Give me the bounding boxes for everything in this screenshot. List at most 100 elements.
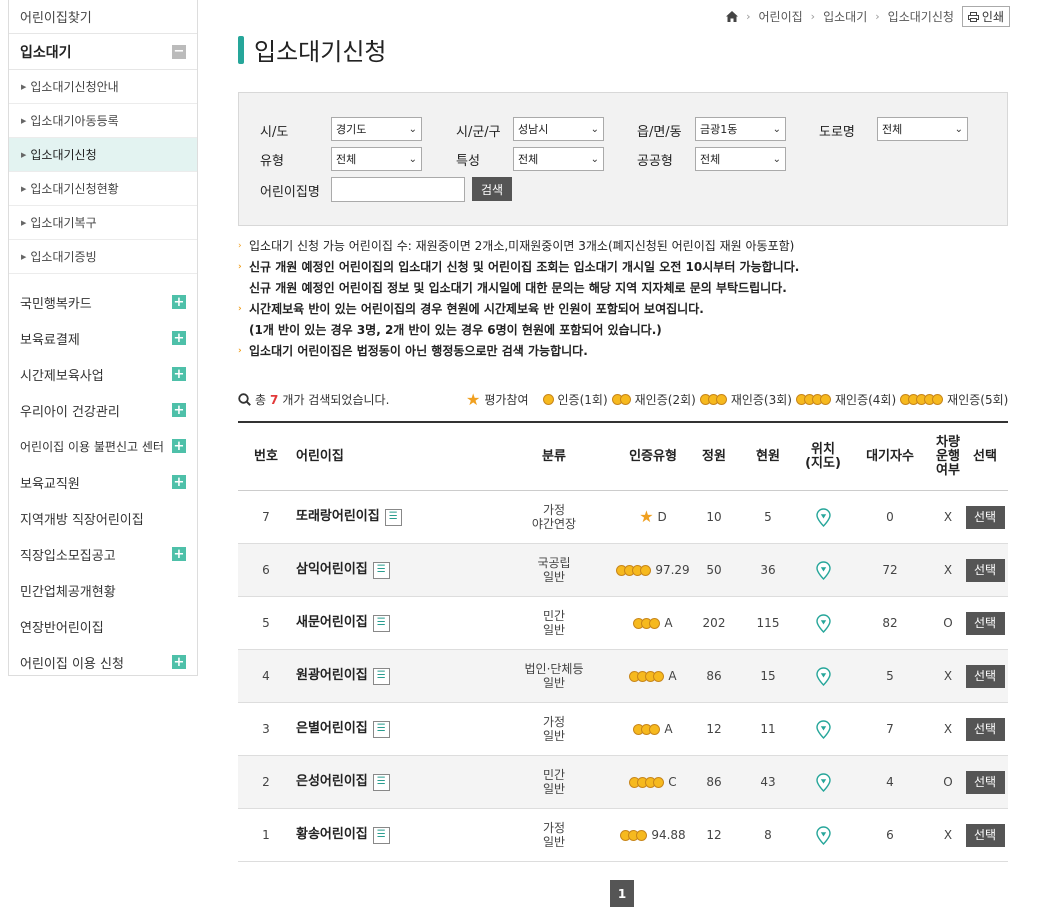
map-pin-icon[interactable] xyxy=(815,613,831,633)
feature-select[interactable]: 전체 ⌄ xyxy=(513,147,604,171)
sidebar-subitem[interactable]: ▶ 입소대기복구 xyxy=(9,206,197,240)
cert-grade: A xyxy=(668,669,677,683)
header-select: 선택 xyxy=(973,448,997,464)
search-button[interactable]: 검색 xyxy=(472,177,512,201)
map-pin-icon[interactable] xyxy=(815,507,831,527)
detail-doc-icon[interactable]: ☰ xyxy=(372,614,390,632)
sidebar-item[interactable]: 보육료결제 + xyxy=(9,320,197,356)
daycare-name-link[interactable]: 원광어린이집 xyxy=(296,669,368,683)
sidebar-subitem[interactable]: ▶ 입소대기신청안내 xyxy=(9,70,197,104)
detail-doc-icon[interactable]: ☰ xyxy=(372,667,390,685)
select-button[interactable]: 선택 xyxy=(965,664,1005,688)
cell-waiting: 6 xyxy=(886,828,894,842)
expand-plus-icon[interactable]: + xyxy=(172,475,186,489)
sidebar-item-label: 보육료결제 xyxy=(20,332,80,348)
daycare-name-link[interactable]: 또래랑어린이집 xyxy=(296,510,380,524)
detail-doc-icon[interactable]: ☰ xyxy=(372,720,390,738)
notice-text: (1개 반이 있는 경우 3명, 2개 반이 있는 경우 6명이 현원에 포함되… xyxy=(249,323,662,337)
map-pin-icon[interactable] xyxy=(815,666,831,686)
daycare-name-link[interactable]: 은성어린이집 xyxy=(296,775,368,789)
cell-bus: X xyxy=(943,563,953,577)
breadcrumb-item[interactable]: 입소대기 xyxy=(823,8,867,25)
sidebar-subitem[interactable]: ▶ 입소대기신청현황 xyxy=(9,172,197,206)
type-select[interactable]: 전체 ⌄ xyxy=(331,147,422,171)
count-number: 7 xyxy=(270,392,279,407)
map-pin-icon[interactable] xyxy=(815,560,831,580)
sidebar-item[interactable]: 시간제보육사업 + xyxy=(9,356,197,392)
select-button[interactable]: 선택 xyxy=(965,505,1005,529)
public-label: 공공형 xyxy=(637,154,673,169)
cell-select: 선택 xyxy=(962,703,1008,755)
select-button[interactable]: 선택 xyxy=(965,558,1005,582)
breadcrumb-item[interactable]: 어린이집 xyxy=(759,8,803,25)
expand-plus-icon[interactable]: + xyxy=(172,403,186,417)
expand-plus-icon[interactable]: + xyxy=(172,439,186,453)
expand-plus-icon[interactable]: + xyxy=(172,295,186,309)
medal-4-icon xyxy=(795,394,831,405)
daycare-name-link[interactable]: 새문어린이집 xyxy=(296,616,368,630)
table-row: 3 은별어린이집 ☰ 가정 일반 A 12 11 7 X 선택 xyxy=(238,703,1008,756)
chevron-down-icon: ⌄ xyxy=(772,153,781,165)
sidebar-item[interactable]: 연장반어린이집 xyxy=(9,608,197,644)
daycare-name-link[interactable]: 은별어린이집 xyxy=(296,722,368,736)
select-button[interactable]: 선택 xyxy=(965,770,1005,794)
cell-current: 8 xyxy=(764,828,772,842)
print-button[interactable]: 인쇄 xyxy=(961,6,1010,27)
sidebar-item[interactable]: 국민행복카드 + xyxy=(9,284,197,320)
count-suffix: 개가 검색되었습니다. xyxy=(282,393,390,407)
cell-capacity: 86 xyxy=(706,669,722,683)
result-count: 총 7 개가 검색되었습니다. xyxy=(238,391,389,408)
home-icon[interactable] xyxy=(726,11,739,22)
sidebar-item[interactable]: 직장입소모집공고 + xyxy=(9,536,197,572)
sidebar-item-daycare-search[interactable]: 어린이집찾기 xyxy=(9,0,197,34)
expand-plus-icon[interactable]: + xyxy=(172,655,186,669)
expand-plus-icon[interactable]: + xyxy=(172,367,186,381)
select-button[interactable]: 선택 xyxy=(965,717,1005,741)
detail-doc-icon[interactable]: ☰ xyxy=(384,508,402,526)
sidebar-subitem[interactable]: ▶ 입소대기신청 xyxy=(9,138,197,172)
sigungu-select[interactable]: 성남시 ⌄ xyxy=(513,117,604,141)
breadcrumb-item[interactable]: 입소대기신청 xyxy=(888,8,954,25)
chevron-down-icon: ⌄ xyxy=(590,153,599,165)
cert-grade: D xyxy=(657,510,667,524)
map-pin-icon[interactable] xyxy=(815,825,831,845)
sido-select[interactable]: 경기도 ⌄ xyxy=(331,117,422,141)
name-label: 어린이집명 xyxy=(260,185,320,200)
road-select[interactable]: 전체 ⌄ xyxy=(877,117,968,141)
table-row: 2 은성어린이집 ☰ 민간 일반 C 86 43 4 O 선택 xyxy=(238,756,1008,809)
page-1-button[interactable]: 1 xyxy=(610,880,634,907)
detail-doc-icon[interactable]: ☰ xyxy=(372,773,390,791)
cell-no: 7 xyxy=(262,510,270,524)
eval-star-icon: ★ xyxy=(466,389,481,409)
detail-doc-icon[interactable]: ☰ xyxy=(372,826,390,844)
detail-doc-icon[interactable]: ☰ xyxy=(372,561,390,579)
cell-current: 43 xyxy=(760,775,776,789)
sidebar-item[interactable]: 지역개방 직장어린이집 xyxy=(9,500,197,536)
sidebar-subitem[interactable]: ▶ 입소대기아동등록 xyxy=(9,104,197,138)
expand-plus-icon[interactable]: + xyxy=(172,547,186,561)
emd-select[interactable]: 금광1동 ⌄ xyxy=(695,117,786,141)
select-button[interactable]: 선택 xyxy=(965,611,1005,635)
daycare-name-input[interactable] xyxy=(331,177,465,202)
sidebar-item[interactable]: 우리아이 건강관리 + xyxy=(9,392,197,428)
sidebar-subitem[interactable]: ▶ 입소대기증빙 xyxy=(9,240,197,274)
sidebar-item[interactable]: 어린이집 이용 불편신고 센터 + xyxy=(9,428,197,464)
sidebar-item[interactable]: 민간업체공개현황 xyxy=(9,572,197,608)
sidebar-item[interactable]: 보육교직원 + xyxy=(9,464,197,500)
bullet-icon: › xyxy=(238,346,242,356)
type-value: 전체 xyxy=(336,153,357,166)
caret-right-icon: ▶ xyxy=(21,184,27,193)
public-select[interactable]: 전체 ⌄ xyxy=(695,147,786,171)
daycare-name-link[interactable]: 삼익어린이집 xyxy=(296,563,368,577)
cell-location xyxy=(800,756,846,808)
map-pin-icon[interactable] xyxy=(815,772,831,792)
cell-select: 선택 xyxy=(962,597,1008,649)
collapse-icon[interactable]: − xyxy=(172,44,186,59)
select-button[interactable]: 선택 xyxy=(965,823,1005,847)
expand-plus-icon[interactable]: + xyxy=(172,331,186,345)
header-cert: 인증유형 xyxy=(629,448,677,464)
daycare-name-link[interactable]: 황송어린이집 xyxy=(296,828,368,842)
sidebar-section-waitlist[interactable]: 입소대기 − xyxy=(9,34,197,70)
map-pin-icon[interactable] xyxy=(815,719,831,739)
sidebar-item[interactable]: 어린이집 이용 신청 + xyxy=(9,644,197,680)
